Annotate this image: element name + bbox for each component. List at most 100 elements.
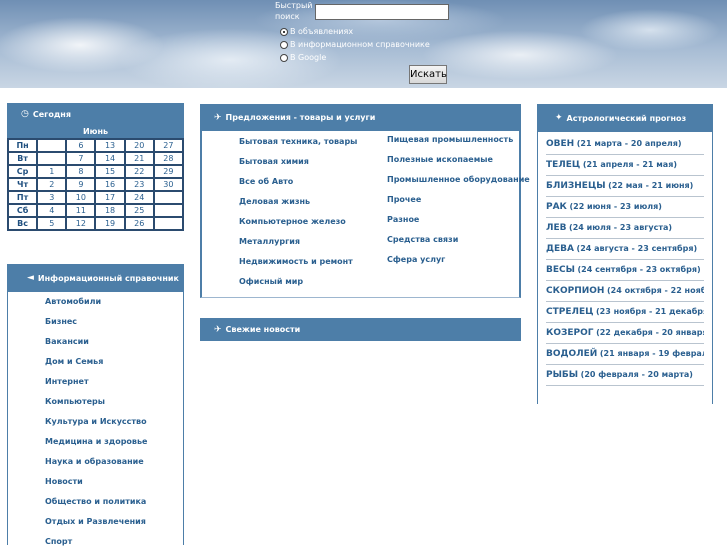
search-option-ads[interactable]: В объявлениях (280, 26, 353, 37)
search-input[interactable] (315, 4, 449, 20)
calendar-day-cell[interactable]: 22 (123, 164, 155, 179)
calendar-week-row: Вс 5 12 19 26 (6, 216, 185, 231)
offers-category-link[interactable]: Металлургия (239, 232, 357, 252)
astro-sign-dates: (20 февраля - 20 марта) (580, 370, 693, 379)
radio-button[interactable] (280, 53, 288, 62)
directory-link[interactable]: Автомобили (8, 292, 183, 312)
directory-link[interactable]: Вакансии (8, 332, 183, 352)
directory-link[interactable]: Новости (8, 472, 183, 492)
calendar-day-cell[interactable] (36, 138, 68, 153)
directory-link[interactable]: Медицина и здоровье (8, 432, 183, 452)
calendar-day-cell[interactable] (152, 190, 185, 205)
offers-category-link[interactable]: Недвижимость и ремонт (239, 252, 357, 272)
directory-link[interactable]: Дом и Семья (8, 352, 183, 372)
calendar-day-cell[interactable]: 21 (123, 151, 155, 166)
calendar-day-cell[interactable]: 28 (152, 151, 185, 166)
astro-sign-link[interactable]: ВОДОЛЕЙ (21 января - 19 февраля) (546, 344, 704, 365)
astro-sign-dates: (21 марта - 20 апреля) (576, 139, 682, 148)
directory-header: ◄ Информационный справочник (7, 264, 184, 292)
directory-link[interactable]: Компьютеры (8, 392, 183, 412)
offers-category-link[interactable]: Сфера услуг (387, 250, 530, 270)
calendar-day-name: Ср (6, 164, 39, 179)
calendar-day-cell[interactable]: 12 (65, 216, 97, 231)
astro-sign-link[interactable]: ОВЕН (21 марта - 20 апреля) (546, 134, 704, 155)
directory-panel: ◄ Информационный справочник Автомобили Би… (7, 264, 184, 546)
offers-category-link[interactable]: Средства связи (387, 230, 530, 250)
offers-right-column: Пищевая промышленность Полезные ископаемы… (387, 130, 530, 270)
directory-link[interactable]: Интернет (8, 372, 183, 392)
directory-link[interactable]: Общество и политика (8, 492, 183, 512)
calendar-day-cell[interactable]: 4 (36, 203, 68, 218)
calendar-day-cell[interactable]: 14 (94, 151, 126, 166)
calendar-day-cell[interactable]: 18 (94, 203, 126, 218)
offers-category-link[interactable]: Полезные ископаемые (387, 150, 530, 170)
astro-sign-link[interactable]: БЛИЗНЕЦЫ (22 мая - 21 июня) (546, 176, 704, 197)
calendar-day-cell[interactable]: 26 (123, 216, 155, 231)
offers-panel: ✈ Предложения - товары и услуги Бытовая … (200, 104, 530, 298)
directory-link[interactable]: Отдых и Развлечения (8, 512, 183, 532)
calendar-day-cell[interactable]: 13 (94, 138, 126, 153)
calendar-day-cell[interactable]: 10 (65, 190, 97, 205)
offers-category-link[interactable]: Разное (387, 210, 530, 230)
calendar-day-cell[interactable]: 15 (94, 164, 126, 179)
radio-button[interactable] (280, 27, 288, 36)
speaker-icon: ◄ (27, 273, 34, 283)
calendar-day-cell[interactable]: 20 (123, 138, 155, 153)
airplane-icon: ✈ (214, 112, 222, 123)
calendar-widget: ◷ Сегодня Июнь Пн 6 13 20 27 Вт 7 14 21 28 Ср 1 8 15 2… (6, 103, 185, 231)
calendar-day-cell[interactable]: 5 (36, 216, 68, 231)
calendar-day-cell[interactable]: 19 (94, 216, 126, 231)
calendar-day-cell[interactable]: 27 (152, 138, 185, 153)
search-button[interactable]: Искать (409, 65, 447, 84)
calendar-day-cell[interactable] (152, 203, 185, 218)
calendar-day-cell[interactable]: 16 (94, 177, 126, 192)
calendar-day-cell[interactable]: 17 (94, 190, 126, 205)
astro-sign-name: РАК (546, 202, 567, 212)
astro-sign-link[interactable]: ВЕСЫ (24 сентября - 23 октября) (546, 260, 704, 281)
calendar-day-cell[interactable]: 23 (123, 177, 155, 192)
calendar-day-cell[interactable]: 7 (65, 151, 97, 166)
calendar-day-cell[interactable]: 25 (123, 203, 155, 218)
calendar-day-cell[interactable]: 29 (152, 164, 185, 179)
astro-panel: ✦ Астрологический прогноз ОВЕН (21 марта… (537, 104, 713, 404)
astro-sign-link[interactable]: РАК (22 июня - 23 июля) (546, 197, 704, 218)
offers-category-link[interactable]: Бытовая техника, товары (239, 132, 357, 152)
offers-category-link[interactable]: Промышленное оборудование (387, 170, 530, 190)
calendar-day-cell[interactable]: 3 (36, 190, 68, 205)
calendar-day-cell[interactable]: 8 (65, 164, 97, 179)
astro-sign-link[interactable]: ДЕВА (24 августа - 23 сентября) (546, 239, 704, 260)
directory-link[interactable]: Спорт (8, 532, 183, 552)
search-option-directory[interactable]: В информационном справочнике (280, 39, 430, 50)
radio-button[interactable] (280, 40, 288, 49)
offers-category-link[interactable]: Прочее (387, 190, 530, 210)
search-option-label: В информационном справочнике (290, 40, 430, 49)
offers-category-link[interactable]: Офисный мир (239, 272, 357, 292)
quick-search-label: Быстрый поиск (275, 1, 313, 21)
calendar-day-cell[interactable]: 6 (65, 138, 97, 153)
astro-sign-link[interactable]: СКОРПИОН (24 октября - 22 ноября) (546, 281, 704, 302)
directory-link[interactable]: Культура и Искусство (8, 412, 183, 432)
calendar-day-cell[interactable]: 2 (36, 177, 68, 192)
calendar-day-cell[interactable]: 11 (65, 203, 97, 218)
offers-category-link[interactable]: Все об Авто (239, 172, 357, 192)
calendar-day-cell[interactable]: 9 (65, 177, 97, 192)
calendar-day-cell[interactable]: 1 (36, 164, 68, 179)
directory-link[interactable]: Наука и образование (8, 452, 183, 472)
offers-category-link[interactable]: Пищевая промышленность (387, 130, 530, 150)
news-title[interactable]: Свежие новости (226, 325, 301, 334)
search-option-google[interactable]: В Google (280, 52, 326, 63)
offers-category-link[interactable]: Деловая жизнь (239, 192, 357, 212)
astro-sign-link[interactable]: ЛЕВ (24 июля - 23 августа) (546, 218, 704, 239)
directory-link[interactable]: Бизнес (8, 312, 183, 332)
calendar-day-name: Пт (6, 190, 39, 205)
astro-sign-link[interactable]: ТЕЛЕЦ (21 апреля - 21 мая) (546, 155, 704, 176)
astro-sign-link[interactable]: СТРЕЛЕЦ (23 ноября - 21 декабря) (546, 302, 704, 323)
offers-category-link[interactable]: Компьютерное железо (239, 212, 357, 232)
calendar-day-cell[interactable] (152, 216, 185, 231)
astro-sign-link[interactable]: КОЗЕРОГ (22 декабря - 20 января) (546, 323, 704, 344)
offers-category-link[interactable]: Бытовая химия (239, 152, 357, 172)
calendar-day-cell[interactable]: 30 (152, 177, 185, 192)
astro-sign-link[interactable]: РЫБЫ (20 февраля - 20 марта) (546, 365, 704, 386)
calendar-day-cell[interactable]: 24 (123, 190, 155, 205)
calendar-day-cell[interactable] (36, 151, 68, 166)
